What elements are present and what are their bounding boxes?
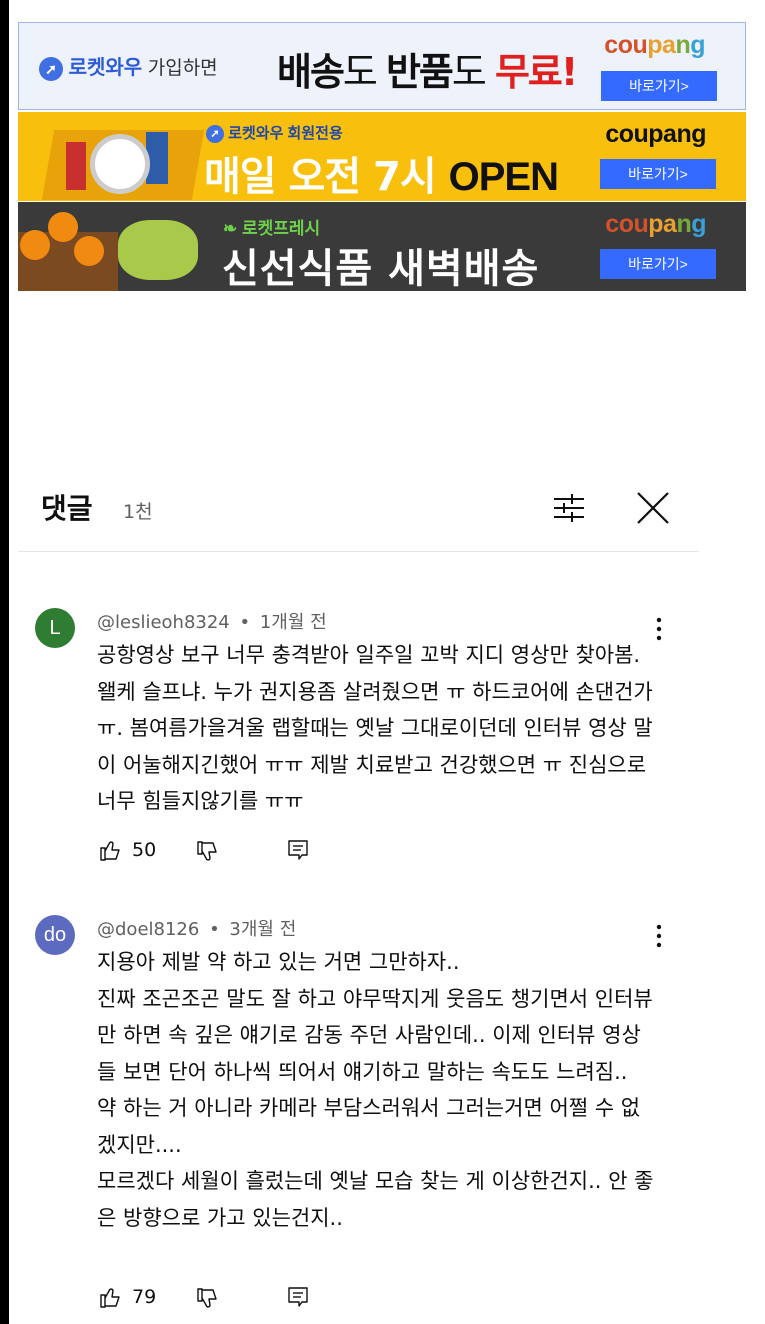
logo-part: cou [605,210,649,238]
comment-author[interactable]: @leslieoh8324 [97,612,230,633]
logo-part: cou [604,31,648,59]
avatar[interactable]: L [35,608,75,648]
ad-headline-part: 도 [451,50,495,94]
like-icon[interactable] [99,838,123,862]
ad-banner-rocket-wow[interactable]: ➚ 로켓와우 가입하면 배송도 반품도 무료! coupang 바로가기> [18,22,746,110]
rocket-icon: ➚ [39,56,63,81]
ad-headline: 배송도 반품도 무료! [277,41,578,96]
logo-part: n [676,210,692,238]
comment-time[interactable]: 1개월 전 [260,612,327,633]
close-icon[interactable] [634,489,672,527]
ad-banner-morning-open[interactable]: ➚ 로켓와우 회원전용 매일 오전 7시 OPEN coupang 바로가기> [18,112,746,201]
comment-meta: @leslieoh8324 • 1개월 전 [97,608,327,634]
ad-go-button[interactable]: 바로가기> [600,159,716,189]
meta-separator: • [239,612,251,633]
comment-actions: 79 [99,1285,339,1313]
ad-headline-part: OPEN [448,155,559,199]
orange-illustration [48,212,78,242]
ad-headline-part: 무료! [494,50,578,94]
avatar[interactable]: do [35,915,75,955]
logo-part: pa [648,210,677,238]
alarm-clock-icon [90,134,150,194]
ad-brand-text: 로켓와우 [68,57,143,79]
rocket-icon: ➚ [206,125,224,144]
reply-icon[interactable] [286,1285,310,1309]
like-count: 79 [132,1286,157,1308]
ad-banner-rocket-fresh[interactable]: ❧ 로켓프레시 신선식품 새벽배송 coupang 바로가기> [18,202,746,291]
coupang-logo: coupang [604,31,705,60]
comments-count: 1천 [123,501,153,523]
meta-separator: • [209,919,220,940]
comment-text: 공항영상 보구 너무 충격받아 일주일 꼬박 지디 영상만 찾아봄.왤케 슬프냐… [97,643,653,813]
comment-actions: 50 [99,838,339,866]
grapes-illustration [118,220,198,280]
ad-headline-part: 반품 [385,50,454,94]
comment-time[interactable]: 3개월 전 [229,919,296,940]
ad-brand: ➚ 로켓와우 가입하면 [39,51,218,81]
orange-illustration [74,236,104,266]
ad-headline-part: 매일 오전 7시 [204,154,449,200]
like-count: 50 [132,839,157,861]
ad-headline: 매일 오전 7시 OPEN [204,144,559,201]
logo-part: g [690,31,705,59]
logo-part: pa [647,31,676,59]
reply-icon[interactable] [286,838,310,862]
orange-illustration [20,230,50,260]
ad-sub: ➚ 로켓와우 회원전용 [206,122,343,144]
ad-headline: 신선식품 새벽배송 [222,246,540,291]
comment-author[interactable]: @doel8126 [97,919,199,940]
like-icon[interactable] [99,1285,123,1309]
ad-go-button[interactable]: 바로가기> [601,71,717,101]
ad-headline-part: 도 [342,50,386,94]
dislike-icon[interactable] [196,1287,220,1311]
comment-meta: @doel8126 • 3개월 전 [97,915,296,941]
ad-go-button[interactable]: 바로가기> [600,249,716,279]
comments-title: 댓글 [41,492,93,525]
logo-part: g [691,210,706,238]
logo-part: n [675,31,691,59]
ad-sub-text: 로켓와우 회원전용 [228,125,343,142]
dislike-icon[interactable] [196,840,220,864]
ad-line-text: 가입하면 [147,58,218,79]
header-divider [18,551,699,552]
left-edge-bar [0,0,9,1324]
sort-filter-icon[interactable] [552,491,586,525]
coupang-logo: coupang [605,210,706,239]
comment-text: 지용아 제발 약 하고 있는 거면 그만하자.. 진짜 조곤조곤 말도 잘 하고… [97,950,654,1230]
coupang-logo: coupang [605,120,706,148]
ad-headline-part: 배송 [277,50,345,94]
bottle-illustration [66,142,86,190]
